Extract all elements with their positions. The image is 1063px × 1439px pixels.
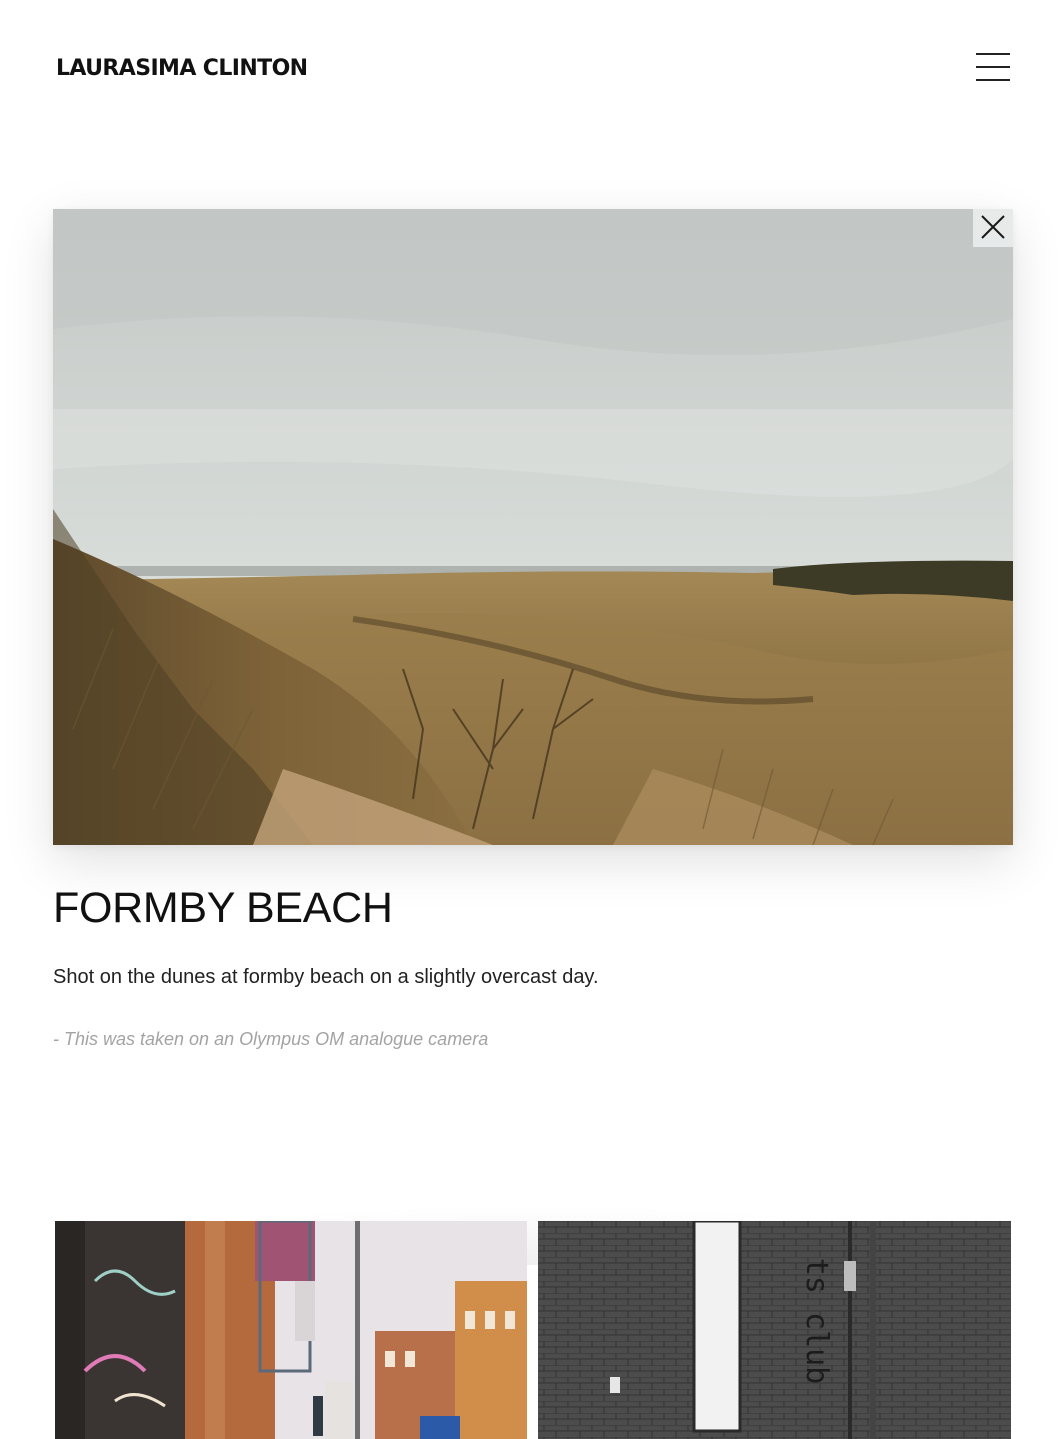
club-sign-photo: ts club [538, 1221, 1011, 1439]
photo-note: - This was taken on an Olympus OM analog… [53, 1029, 489, 1049]
dunes-photo [53, 209, 1013, 845]
lightbox-image [53, 209, 1013, 845]
close-button[interactable] [973, 209, 1013, 247]
site-logo[interactable]: LAURASIMA CLINTON [56, 56, 308, 81]
close-icon [981, 215, 1005, 239]
gallery-thumbnail[interactable]: ts club [538, 1221, 1011, 1439]
site-header: LAURASIMA CLINTON [0, 0, 1063, 140]
gallery-thumbnail[interactable] [55, 1221, 527, 1439]
club-sign-text: ts club [799, 1258, 834, 1384]
menu-line [976, 66, 1010, 68]
hamburger-menu-icon[interactable] [976, 52, 1010, 82]
street-photo [55, 1221, 527, 1439]
menu-line [976, 79, 1010, 81]
menu-line [976, 53, 1010, 55]
photo-title: FORMBY BEACH [53, 884, 393, 932]
photo-description: Shot on the dunes at formby beach on a s… [53, 966, 599, 988]
